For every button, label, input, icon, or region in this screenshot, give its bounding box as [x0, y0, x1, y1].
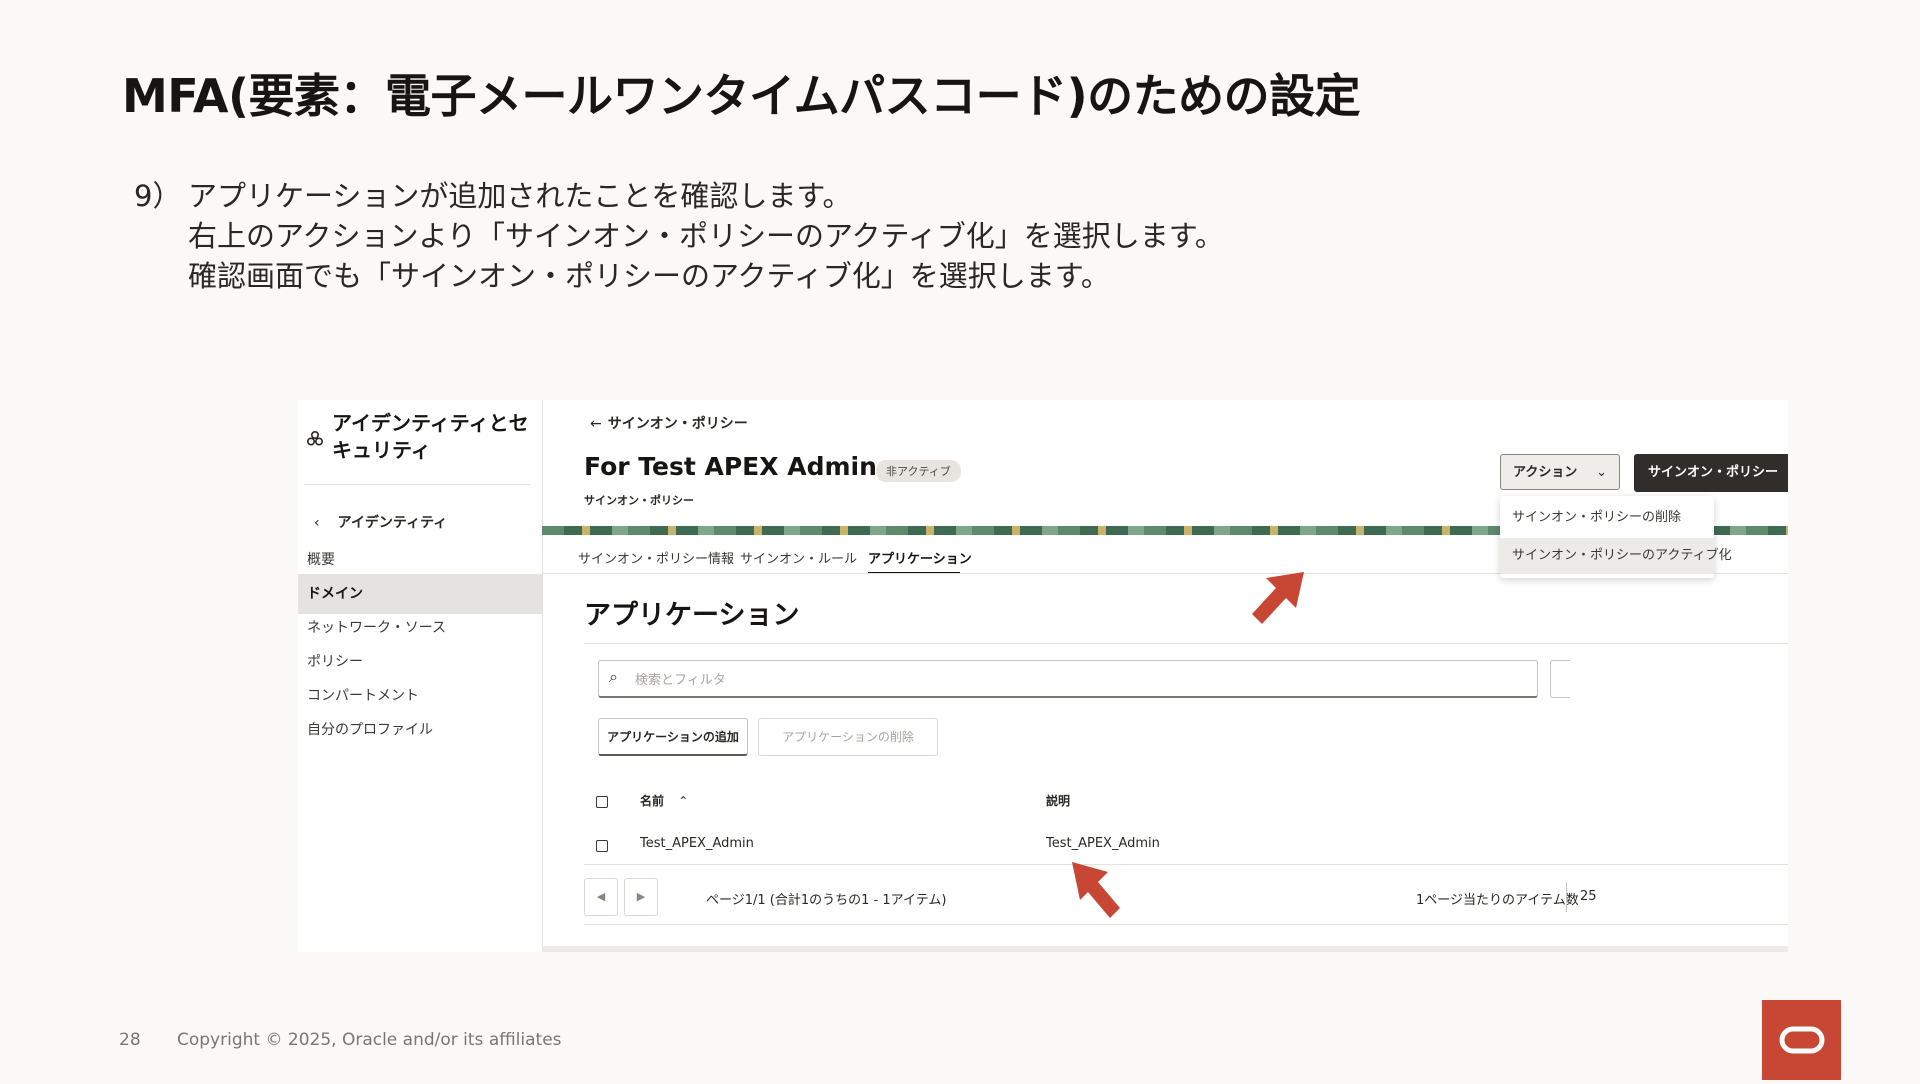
sidebar-back-link[interactable]: ‹ アイデンティティ — [314, 512, 447, 532]
search-icon: ⌕ — [609, 667, 618, 686]
actions-menu: サインオン・ポリシーの削除 サインオン・ポリシーのアクティブ化 — [1500, 496, 1732, 578]
table-cell-description: Test_APEX_Admin — [1046, 836, 1160, 851]
bottom-scroll-strip — [542, 946, 1788, 952]
select-all-checkbox[interactable] — [596, 796, 608, 808]
page-size-label: 1ページ当たりのアイテム数 — [1416, 893, 1579, 908]
instruction-line: 右上のアクションより「サインオン・ポリシーのアクティブ化」を選択します。 — [188, 219, 1224, 253]
delete-application-button[interactable]: アプリケーションの削除 — [758, 718, 938, 756]
page-size-divider — [1566, 882, 1567, 912]
column-header-name-label: 名前 — [640, 794, 665, 808]
instructions: 9） アプリケーションが追加されたことを確認します。 右上のアクションより「サイ… — [134, 176, 1224, 296]
annotation-arrow-icon — [1072, 862, 1120, 918]
page-size-select[interactable]: 25 — [1580, 889, 1597, 904]
page-number: 28 — [119, 1030, 141, 1050]
search-field[interactable]: ⌕ — [598, 660, 1538, 698]
table-cell-name[interactable]: Test_APEX_Admin — [640, 836, 754, 851]
instruction-line: 確認画面でも「サインオン・ポリシーのアクティブ化」を選択します。 — [188, 259, 1110, 293]
sidebar-item-my-profile[interactable]: 自分のプロファイル — [298, 710, 542, 750]
sidebar: アイデンティティとセキュリティ ‹ アイデンティティ 概要 ドメイン ネットワーク… — [298, 400, 543, 952]
tab-policy-info[interactable]: サインオン・ポリシー情報 — [578, 548, 734, 567]
breadcrumb-label: サインオン・ポリシー — [607, 416, 748, 432]
step-number: 9） — [134, 179, 182, 213]
row-checkbox[interactable] — [596, 840, 608, 852]
page-title: For Test APEX Admin — [584, 452, 877, 481]
section-title: アプリケーション — [584, 600, 800, 631]
instruction-line: アプリケーションが追加されたことを確認します。 — [188, 179, 852, 213]
breadcrumb[interactable]: ← サインオン・ポリシー — [590, 413, 748, 433]
arrow-left-icon: ← — [590, 416, 602, 432]
identity-security-icon — [306, 430, 324, 446]
tab-sign-on-rules[interactable]: サインオン・ルール — [740, 548, 857, 567]
page-subtitle: サインオン・ポリシー — [584, 494, 694, 507]
column-header-description: 説明 — [1046, 794, 1071, 808]
pagination: ◀ ▶ ページ1/1 (合計1のうちの1 - 1アイテム) 1ページ当たりのアイ… — [584, 878, 1788, 922]
pagination-info: ページ1/1 (合計1のうちの1 - 1アイテム) — [706, 893, 947, 908]
slide-title: MFA(要素：電子メールワンタイムパスコード)のための設定 — [122, 69, 1361, 123]
chevron-down-icon: ⌄ — [1596, 465, 1607, 480]
actions-button[interactable]: アクション ⌄ — [1500, 454, 1620, 490]
sidebar-back-label: アイデンティティ — [337, 515, 448, 531]
sort-ascending-icon: ⌃ — [678, 794, 689, 808]
actions-button-label: アクション — [1513, 465, 1578, 480]
pagination-divider — [584, 924, 1788, 925]
search-input[interactable] — [633, 667, 1517, 693]
oracle-ring-icon — [1779, 1026, 1825, 1054]
section-divider — [584, 643, 1788, 644]
filter-control[interactable] — [1550, 660, 1570, 698]
oracle-logo-icon — [1762, 1000, 1841, 1080]
prev-page-button[interactable]: ◀ — [584, 878, 618, 916]
annotation-arrow-icon — [1252, 572, 1304, 624]
menu-item-delete-policy[interactable]: サインオン・ポリシーの削除 — [1500, 500, 1714, 536]
table-row-divider — [584, 864, 1788, 865]
column-header-name[interactable]: 名前 ⌃ — [640, 792, 688, 809]
sidebar-title: アイデンティティとセキュリティ — [332, 411, 529, 462]
chevron-left-icon: ‹ — [314, 515, 320, 531]
menu-item-activate-policy[interactable]: サインオン・ポリシーのアクティブ化 — [1500, 538, 1732, 574]
main-content: ← サインオン・ポリシー For Test APEX Admin 非アクティブ サ… — [542, 400, 1788, 952]
tab-applications[interactable]: アプリケーション — [868, 548, 972, 567]
status-badge: 非アクティブ — [876, 460, 961, 482]
copyright-text: Copyright © 2025, Oracle and/or its affi… — [177, 1030, 562, 1050]
sidebar-divider — [304, 484, 530, 485]
add-application-button[interactable]: アプリケーションの追加 — [598, 718, 748, 756]
console-screenshot: アイデンティティとセキュリティ ‹ アイデンティティ 概要 ドメイン ネットワーク… — [298, 400, 1788, 952]
activate-policy-button[interactable]: サインオン・ポリシー — [1634, 454, 1788, 492]
next-page-button[interactable]: ▶ — [624, 878, 658, 916]
